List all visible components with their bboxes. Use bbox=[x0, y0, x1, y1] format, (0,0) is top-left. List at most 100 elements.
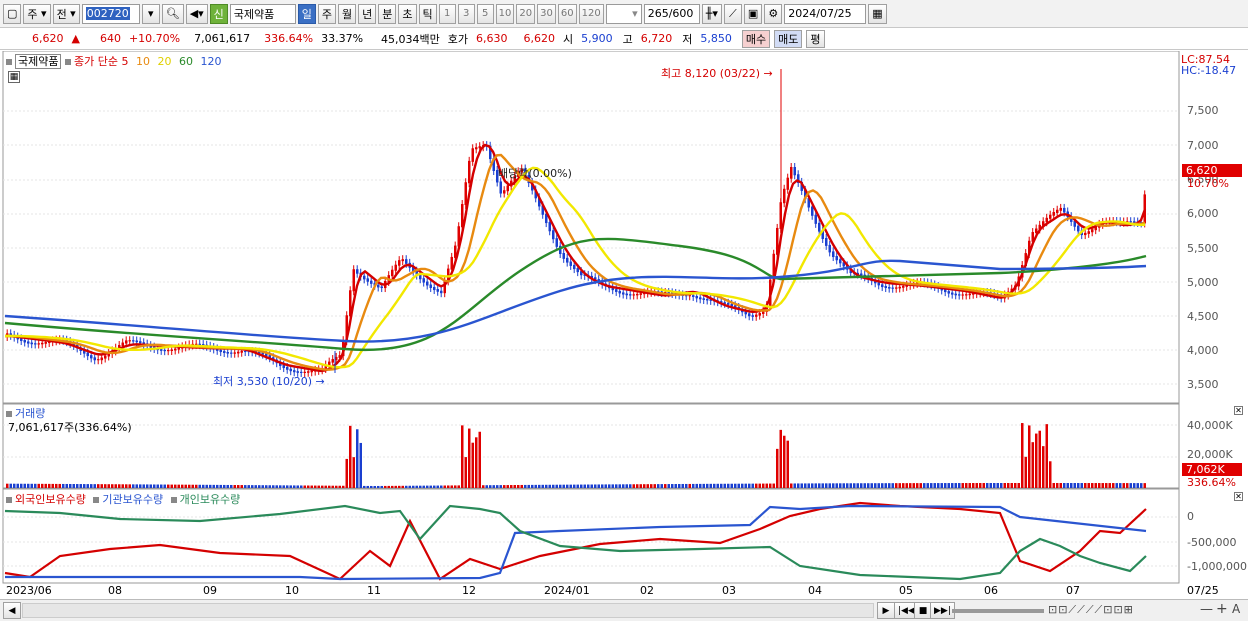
candle-body bbox=[1133, 221, 1136, 223]
volume-bar bbox=[79, 484, 82, 488]
interval-3[interactable]: 3 bbox=[457, 3, 475, 24]
calendar-icon[interactable]: ▦ bbox=[868, 3, 887, 24]
volume-bar bbox=[758, 483, 761, 488]
volume-bar bbox=[615, 484, 618, 488]
candle-body bbox=[86, 352, 89, 357]
volume-bar bbox=[786, 440, 789, 488]
candle-body bbox=[1129, 221, 1132, 223]
interval-30[interactable]: 30 bbox=[537, 3, 556, 24]
volume-bar bbox=[751, 483, 754, 488]
zoom-out-icon[interactable]: — bbox=[1200, 602, 1213, 617]
volume-bar bbox=[499, 485, 502, 488]
volume-bar bbox=[1091, 483, 1094, 488]
volume-bar bbox=[265, 485, 268, 488]
interval-10[interactable]: 10 bbox=[495, 3, 515, 24]
stock-chart-svg[interactable] bbox=[0, 51, 1248, 599]
candle-body bbox=[289, 368, 292, 372]
stock-code-input[interactable]: 002720 bbox=[81, 3, 140, 24]
save-icon[interactable]: ▣ bbox=[743, 3, 763, 24]
legend-individual: 개인보유수량 bbox=[179, 493, 241, 506]
tab-year[interactable]: 년 bbox=[358, 3, 377, 24]
volume-bar bbox=[611, 484, 614, 488]
volume-bar bbox=[482, 485, 485, 488]
x-label-2: 08 bbox=[108, 584, 122, 597]
date-input[interactable]: 2024/07/25 bbox=[784, 3, 867, 24]
volume-bar bbox=[895, 483, 898, 488]
scroll-right-icon[interactable]: ▶ bbox=[877, 602, 895, 619]
volume-bar bbox=[716, 483, 719, 488]
candle-type-icon[interactable]: ╫▾ bbox=[701, 3, 722, 24]
volume-panel-close-icon[interactable]: ✕ bbox=[1234, 406, 1243, 415]
change-rate: +10.70% bbox=[128, 32, 181, 45]
zoom-slider[interactable] bbox=[952, 609, 1044, 613]
interval-120[interactable]: 120 bbox=[578, 3, 604, 24]
buy-button[interactable]: 매수 bbox=[741, 29, 771, 48]
tab-month[interactable]: 월 bbox=[338, 3, 357, 24]
stock-name-field[interactable]: 국제약품 bbox=[229, 3, 296, 24]
tab-minute[interactable]: 분 bbox=[378, 3, 397, 24]
code-dropdown-icon[interactable]: ▾ bbox=[141, 3, 160, 24]
volume-bar bbox=[16, 483, 19, 488]
volume-bar bbox=[153, 484, 156, 488]
candle-body bbox=[44, 342, 47, 344]
tab-second[interactable]: 초 bbox=[398, 3, 417, 24]
draw-tool-icon[interactable]: ⟋ bbox=[723, 3, 742, 24]
interval-60[interactable]: 60 bbox=[557, 3, 577, 24]
volume-bar bbox=[1077, 483, 1080, 488]
volume-bar bbox=[34, 483, 37, 488]
candle-body bbox=[702, 298, 705, 300]
candle-body bbox=[27, 341, 30, 344]
scroll-left-icon[interactable]: ◀ bbox=[3, 602, 21, 619]
interval-custom-select[interactable]: ▾ bbox=[605, 3, 642, 24]
candle-body bbox=[895, 287, 898, 289]
volume-bar bbox=[597, 484, 600, 488]
tab-week[interactable]: 주 bbox=[317, 3, 337, 24]
speaker-icon[interactable]: ◀▾ bbox=[185, 3, 208, 24]
count-input[interactable]: 265/600 bbox=[643, 3, 700, 24]
search-icon[interactable]: 🔍︎ bbox=[161, 3, 184, 24]
eval-button[interactable]: 평 bbox=[806, 29, 825, 48]
volume-bar bbox=[405, 485, 408, 488]
volume-bar bbox=[1021, 423, 1024, 488]
chart-area[interactable]: 국제약품 종가 단순 5 10 20 60 120 ▦ LC:87.54 HC:… bbox=[0, 51, 1248, 599]
interval-20[interactable]: 20 bbox=[516, 3, 536, 24]
sell-button[interactable]: 매도 bbox=[774, 29, 803, 48]
volume-bar bbox=[139, 484, 142, 488]
volume-bar bbox=[664, 484, 667, 488]
candle-body bbox=[954, 293, 957, 296]
interval-1[interactable]: 1 bbox=[438, 3, 456, 24]
candle-body bbox=[506, 185, 509, 192]
volume-bar bbox=[422, 485, 425, 488]
candle-body bbox=[555, 238, 558, 247]
gear-icon[interactable]: ⚙ bbox=[764, 3, 783, 24]
volume-bar bbox=[580, 484, 583, 488]
prev-select[interactable]: 전 ▾ bbox=[52, 3, 80, 24]
volume-bar bbox=[188, 484, 191, 488]
volume-bar bbox=[818, 483, 821, 488]
volume-bar bbox=[828, 483, 831, 488]
scrollbar-track[interactable] bbox=[22, 603, 874, 618]
candle-body bbox=[464, 182, 467, 206]
volume-bar bbox=[958, 483, 961, 488]
tab-tick[interactable]: 틱 bbox=[418, 3, 437, 24]
zoom-in-icon[interactable]: + bbox=[1216, 601, 1228, 617]
volume-bar bbox=[706, 483, 709, 488]
volume-bar bbox=[363, 485, 366, 488]
volume-bar bbox=[860, 483, 863, 488]
tab-day[interactable]: 일 bbox=[297, 3, 316, 24]
volume-bar bbox=[968, 483, 971, 488]
draw-tools-icon[interactable]: ⊡⊡⟋⟋⟋⟋⊡⊡⊞ bbox=[1048, 603, 1134, 617]
volume-bar bbox=[387, 485, 390, 488]
volume-bar bbox=[1070, 483, 1073, 488]
volume-bar bbox=[97, 484, 100, 488]
font-icon[interactable]: A bbox=[1232, 602, 1240, 616]
candle-body bbox=[692, 295, 695, 297]
period-select[interactable]: 주 ▾ bbox=[23, 3, 51, 24]
grid-icon[interactable]: ▦ bbox=[8, 71, 20, 83]
holder-panel-close-icon[interactable]: ✕ bbox=[1234, 492, 1243, 501]
window-icon[interactable]: ▢ bbox=[3, 3, 22, 24]
volume-bar bbox=[419, 485, 422, 488]
candle-body bbox=[90, 355, 93, 359]
interval-5[interactable]: 5 bbox=[476, 3, 494, 24]
volume-bar bbox=[394, 485, 397, 488]
